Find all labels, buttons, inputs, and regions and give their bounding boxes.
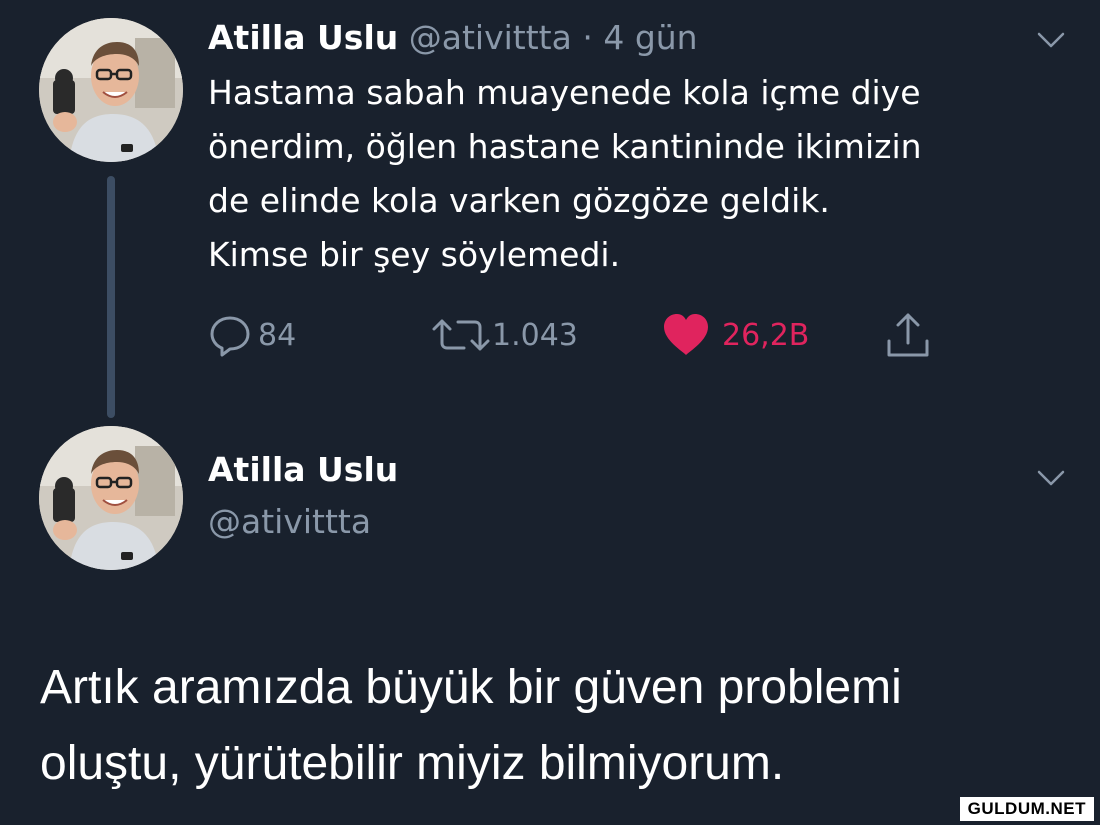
share-button[interactable] xyxy=(884,310,932,360)
tweet-header: Atilla Uslu @ativittta · 4 gün xyxy=(208,16,698,60)
retweet-count: 1.043 xyxy=(492,317,578,353)
heart-icon xyxy=(664,314,708,355)
watermark: GULDUM.NET xyxy=(959,797,1094,821)
like-button[interactable]: 26,2B xyxy=(662,310,809,360)
retweet-button[interactable]: 1.043 xyxy=(430,310,578,360)
chevron-down-icon[interactable] xyxy=(1036,30,1066,50)
share-icon xyxy=(887,313,929,357)
tweet-text: Hastama sabah muayenede kola içme diye ö… xyxy=(208,66,1068,282)
like-count: 26,2B xyxy=(722,317,810,353)
tweet-text-line: Hastama sabah muayenede kola içme diye xyxy=(208,73,921,112)
retweet-icon xyxy=(432,319,490,351)
reply-tweet-text: Artık aramızda büyük bir güven problemi … xyxy=(40,650,1080,802)
tweet-thread: Atilla Uslu @ativittta · 4 gün Hastama s… xyxy=(0,0,1100,825)
avatar[interactable] xyxy=(39,426,183,570)
reply-button[interactable]: 84 xyxy=(208,310,296,360)
avatar-photo-icon xyxy=(39,18,183,162)
tweet-text-line: Kimse bir şey söylemedi. xyxy=(208,235,621,274)
tweet-text-line: önerdim, öğlen hastane kantininde ikimiz… xyxy=(208,127,922,166)
reply-icon xyxy=(210,316,250,357)
tweet-actions: 84 1.043 26,2B xyxy=(208,310,968,360)
reply-text-line: oluştu, yürütebilir miyiz bilmiyorum. xyxy=(40,737,785,790)
reply-count: 84 xyxy=(258,317,297,353)
avatar[interactable] xyxy=(39,18,183,162)
handle[interactable]: @ativittta xyxy=(409,18,572,57)
timestamp[interactable]: 4 gün xyxy=(603,18,697,57)
reply-text-line: Artık aramızda büyük bir güven problemi xyxy=(40,661,902,714)
chevron-down-icon[interactable] xyxy=(1036,468,1066,488)
handle[interactable]: @ativittta xyxy=(208,500,371,544)
thread-connector-line xyxy=(107,176,115,418)
time-separator: · xyxy=(582,18,593,57)
display-name[interactable]: Atilla Uslu xyxy=(208,448,398,492)
avatar-photo-icon xyxy=(39,426,183,570)
display-name[interactable]: Atilla Uslu xyxy=(208,18,398,57)
tweet-text-line: de elinde kola varken gözgöze geldik. xyxy=(208,181,830,220)
